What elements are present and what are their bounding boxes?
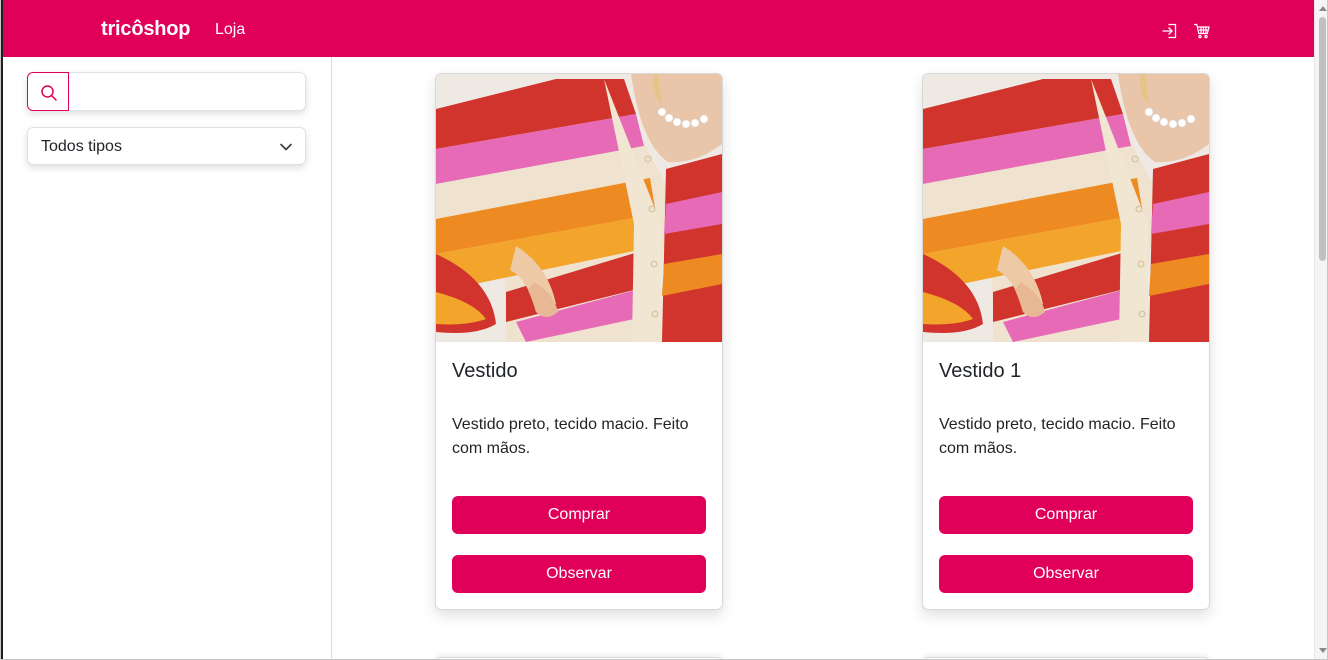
scroll-thumb[interactable] (1319, 17, 1326, 261)
cart-icon[interactable] (1193, 22, 1211, 40)
scroll-down-icon[interactable] (1319, 648, 1327, 653)
buy-button[interactable]: Comprar (452, 496, 706, 534)
search-group (27, 72, 306, 111)
nav-link-store[interactable]: Loja (215, 21, 245, 39)
login-icon[interactable] (1161, 22, 1179, 40)
chevron-down-icon (279, 140, 293, 154)
page-scrollbar[interactable] (1314, 0, 1327, 659)
top-navbar: tricôshop Loja (1, 0, 1314, 57)
browser-viewport: tricôshop Loja Todos tipos Vestido Vesti… (0, 0, 1328, 660)
product-image (923, 74, 1209, 342)
type-filter-value: Todos tipos (41, 138, 122, 155)
search-input[interactable] (69, 72, 306, 111)
product-card: Vestido 1 Vestido preto, tecido macio. F… (922, 73, 1210, 610)
search-button[interactable] (27, 72, 69, 111)
view-button[interactable]: Observar (452, 555, 706, 593)
product-description: Vestido preto, tecido macio. Feito com m… (939, 416, 1176, 457)
product-card: Vestido Vestido preto, tecido macio. Fei… (435, 73, 723, 610)
product-title: Vestido 1 (939, 360, 1022, 382)
buy-button[interactable]: Comprar (939, 496, 1193, 534)
search-icon (41, 85, 57, 101)
product-title: Vestido (452, 360, 518, 382)
product-image (436, 74, 722, 342)
filter-sidebar: Todos tipos (1, 57, 332, 659)
product-grid: Vestido Vestido preto, tecido macio. Fei… (332, 57, 1314, 659)
view-button[interactable]: Observar (939, 555, 1193, 593)
brand-logo[interactable]: tricôshop (101, 18, 191, 41)
product-description: Vestido preto, tecido macio. Feito com m… (452, 416, 689, 457)
scroll-up-icon[interactable] (1319, 6, 1327, 11)
type-filter-select[interactable]: Todos tipos (27, 127, 306, 165)
